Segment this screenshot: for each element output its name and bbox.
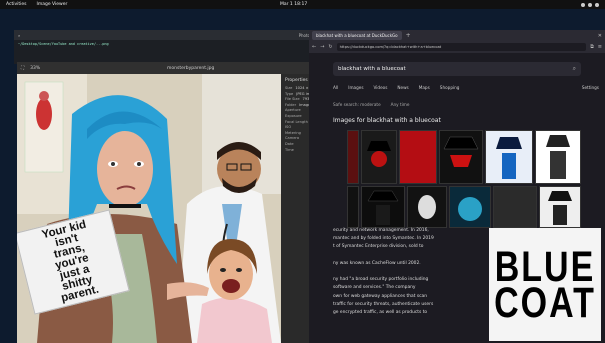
photo-canvas: Your kid isn't trans, you're just a shit… [17,74,281,343]
extensions-icon[interactable]: ⧉ [590,44,594,50]
settings-button[interactable]: Settings [582,85,599,90]
article-line: software and services." The company [333,285,416,291]
property-label: File Size [285,97,300,102]
subfilter-dropdown[interactable]: Safe search: moderate [333,102,381,107]
reload-icon[interactable]: ↻ [328,44,332,50]
close-window-icon[interactable]: ✕ [598,33,602,39]
property-label: Aperture [285,108,301,113]
hat-figure-icon [458,197,482,221]
search-icon[interactable]: ⌕ [18,33,20,38]
results-heading: Images for blackhat with a bluecoat [333,117,441,124]
article-line: t of Symantec Enterprise division, sold … [333,244,424,250]
image-result[interactable] [407,186,447,228]
property-label: Focal Length [285,119,308,124]
property-label: Metering [285,130,301,135]
article-line: ecurity and network management. In 2016, [333,228,429,233]
property-label: Date [285,141,294,146]
filter-tab-news[interactable]: News [397,85,408,90]
browser-tab[interactable]: blackhat with a bluecoat at DuckDuckGo [312,31,402,40]
image-result[interactable] [347,186,359,228]
hamburger-menu-icon[interactable]: ≡ [598,44,602,50]
mask-figure-icon [418,195,436,219]
property-label: Size [285,86,293,90]
property-label: Time [285,147,294,152]
nav-bar: ← → ↻ https://duckduckgo.com/?q=blackhat… [309,41,605,53]
viewer-filename: monsterbyparent.jpg [167,65,215,71]
image-result[interactable] [535,130,581,184]
terminal-path: ~/Desktop/Scene/YouTube and creative/...… [18,42,109,46]
article-line: traffic for security threats, authentica… [333,301,434,307]
article-line: ge encrypted traffic, as well as product… [333,309,428,315]
forward-icon[interactable]: → [320,44,324,50]
property-label: Camera [285,136,300,141]
power-icon [595,2,599,7]
image-result[interactable] [449,186,491,228]
search-icon[interactable]: ⌕ [573,65,576,73]
browser-window: blackhat with a bluecoat at DuckDuckGo +… [309,30,605,343]
image-result[interactable] [493,186,537,228]
property-label: Folder [285,102,297,107]
article-line: ny had "a broad security portfolio inclu… [333,277,429,283]
article-line: ny was known as CacheFlow until 2002. [333,260,421,266]
subfilter-dropdown[interactable]: Any time [391,102,410,107]
article-line [333,252,478,260]
article-line: mantec and by folded into Symantec. In 2… [333,236,434,242]
logo-line-2: COAT [494,278,596,327]
system-tray[interactable] [581,2,599,7]
volume-icon [588,2,592,7]
property-label: Exposure [285,113,302,118]
fullscreen-icon[interactable]: ⛶ [21,65,24,71]
image-result[interactable] [485,130,533,184]
property-label: ISO [285,125,292,130]
clock[interactable]: Mar 1 18:17 [280,2,307,7]
hat-figure-icon [546,135,570,179]
gnome-top-bar: Activities Image Viewer Mar 1 18:17 [0,0,605,9]
search-query: blackhat with a bluecoat [338,66,406,72]
image-result[interactable] [399,130,437,184]
image-result[interactable] [361,186,405,228]
zoom-level[interactable]: 33% [30,66,40,71]
filter-tab-images[interactable]: Images [348,85,363,90]
hat-figure-icon [443,136,479,167]
tab-strip: blackhat with a bluecoat at DuckDuckGo +… [309,30,605,41]
search-filter-tabs: All Images Videos News Maps Shopping [333,85,459,90]
url-bar[interactable]: https://duckduckgo.com/?q=blackhat+with+… [336,43,587,51]
network-icon [581,2,585,7]
hat-figure-icon [367,141,391,167]
hat-figure-icon [548,191,572,225]
image-result[interactable] [539,186,581,228]
app-menu[interactable]: Image Viewer [37,2,68,7]
filter-tab-shopping[interactable]: Shopping [440,85,460,90]
bluecoat-logo-result[interactable]: BLUE COAT [489,228,601,341]
filter-tab-maps[interactable]: Maps [419,85,430,90]
search-input[interactable]: blackhat with a bluecoat ⌕ [333,62,581,76]
terminal-window: ⌕ Photo ~/Desktop/Scene/YouTube and crea… [14,30,314,64]
article-line [333,268,478,276]
viewer-headerbar: ⛶ 33% monsterbyparent.jpg ≡ ✕ [17,62,335,74]
wikipedia-snippet: ecurity and network management. In 2016,… [333,227,478,317]
filter-tab-all[interactable]: All [333,85,338,90]
activities-button[interactable]: Activities [6,2,27,7]
new-tab-icon[interactable]: + [406,32,411,39]
article-line: own for web gateway appliances that scan [333,293,428,299]
image-viewer-window: ⛶ 33% monsterbyparent.jpg ≡ ✕ [17,62,335,343]
hat-figure-icon [367,190,399,225]
search-subfilters: Safe search: moderate Any time [333,102,409,107]
sign-text: Your kid isn't trans, you're just a shit… [40,218,100,304]
image-result[interactable] [347,130,359,184]
back-icon[interactable]: ← [312,44,316,50]
image-result[interactable] [439,130,483,184]
filter-tab-videos[interactable]: Videos [374,85,388,90]
terminal-tabbar: ⌕ Photo [14,30,314,40]
hat-figure-icon [496,137,522,179]
image-result[interactable] [361,130,397,184]
property-label: Type [285,91,294,96]
